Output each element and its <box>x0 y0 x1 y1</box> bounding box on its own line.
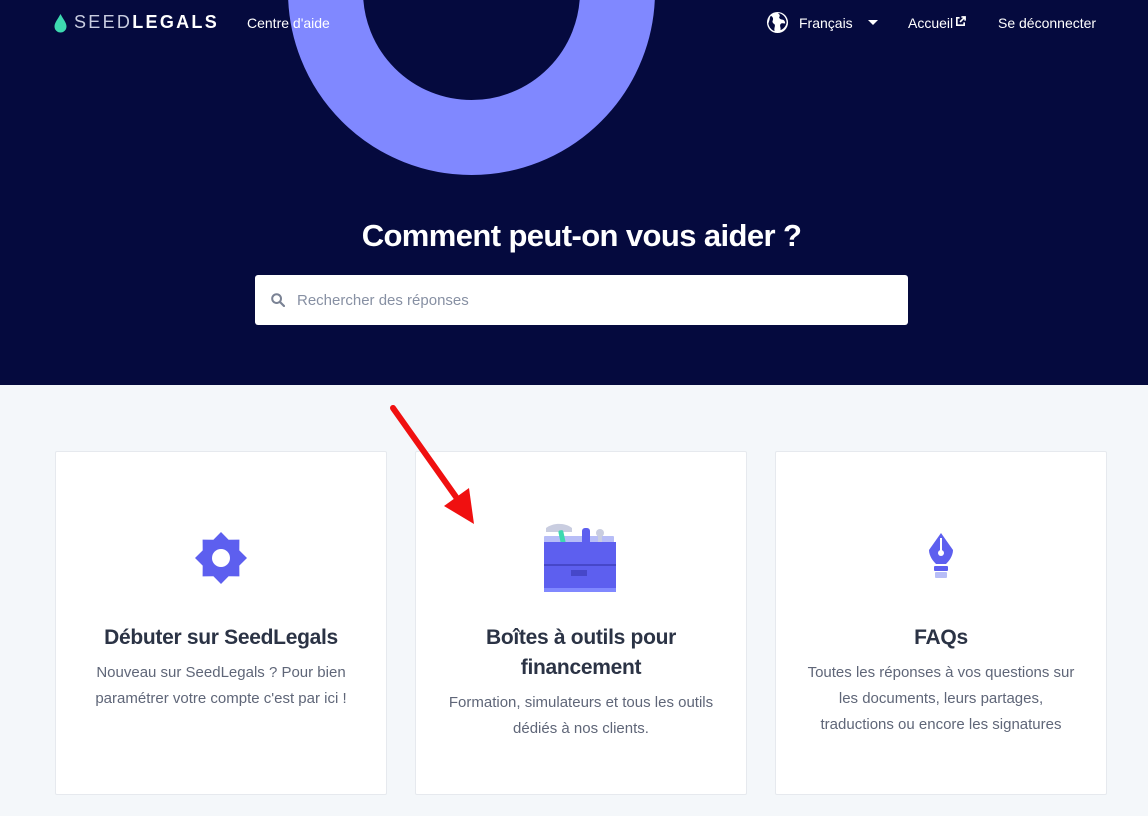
globe-icon <box>766 11 789 34</box>
card-description: Nouveau sur SeedLegals ? Pour bien param… <box>95 664 347 707</box>
search-bar <box>255 275 908 325</box>
caret-down-icon <box>867 20 878 25</box>
home-link-label: Accueil <box>908 15 954 31</box>
card-description: Formation, simulateurs et tous les outil… <box>448 694 714 737</box>
card-description: Toutes les réponses à vos questions sur … <box>807 664 1075 733</box>
language-selector[interactable]: Français <box>766 11 878 34</box>
fountain-pen-icon <box>929 533 953 578</box>
page-title: Comment peut-on vous aider ? <box>361 218 802 253</box>
logout-link[interactable]: Se déconnecter <box>998 15 1096 31</box>
card-title: Boîtes à outils pour financement <box>485 626 676 679</box>
seed-drop-icon <box>54 13 67 32</box>
top-navigation: SEEDLEGALS Centre d'aide Français Accuei… <box>0 0 1148 46</box>
category-card-getting-started[interactable]: Débuter sur SeedLegals Nouveau sur SeedL… <box>55 451 387 795</box>
toolbox-icon <box>544 523 616 592</box>
card-title: Débuter sur SeedLegals <box>104 626 338 649</box>
search-icon <box>271 293 285 307</box>
gear-icon <box>195 532 247 584</box>
help-center-link[interactable]: Centre d'aide <box>247 15 330 31</box>
category-card-faqs[interactable]: FAQs Toutes les réponses à vos questions… <box>775 451 1107 795</box>
language-label: Français <box>799 14 853 31</box>
logo-wordmark: SEEDLEGALS <box>74 12 220 32</box>
home-link[interactable]: Accueil <box>908 15 967 31</box>
hero-banner: SEEDLEGALS Centre d'aide Français Accuei… <box>0 0 1148 385</box>
external-link-icon <box>956 16 967 26</box>
card-title: FAQs <box>914 626 968 649</box>
annotation-arrow-icon <box>390 405 474 524</box>
seedlegals-logo[interactable]: SEEDLEGALS <box>54 12 219 33</box>
search-input[interactable] <box>297 275 897 325</box>
